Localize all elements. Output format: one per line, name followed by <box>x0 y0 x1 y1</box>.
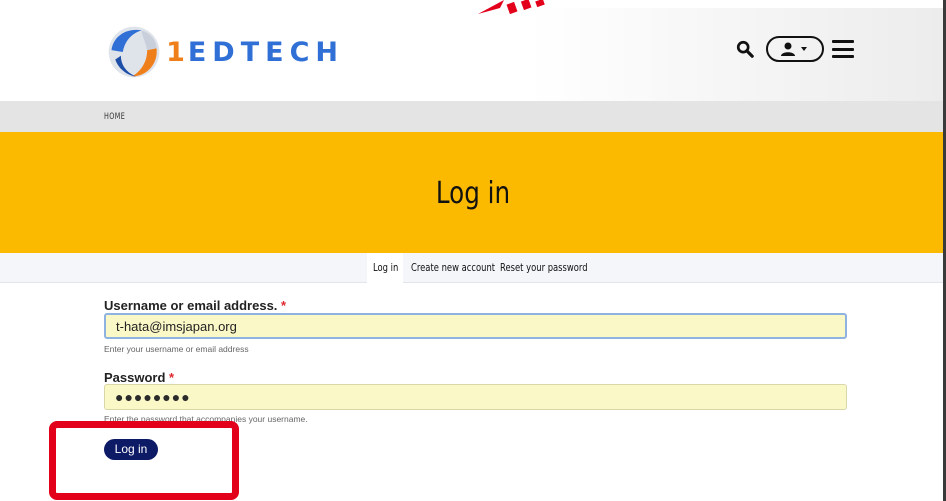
tab-reset-password[interactable]: Reset your password <box>500 253 588 283</box>
header-tools <box>736 34 854 64</box>
logo-emblem-icon <box>108 26 160 78</box>
search-icon[interactable] <box>736 40 754 58</box>
red-arrow-annotation <box>478 0 545 15</box>
password-input[interactable] <box>104 384 847 410</box>
username-description: Enter your username or email address <box>104 344 249 354</box>
page-banner: Log in <box>0 132 946 253</box>
page-title: Log in <box>435 176 511 211</box>
site-logo[interactable]: 1EDTECH <box>104 20 344 84</box>
tab-log-in[interactable]: Log in <box>373 253 399 283</box>
site-header: 1EDTECH <box>0 0 946 101</box>
password-masked-value: ●●●●●●●● <box>115 389 191 405</box>
user-menu-button[interactable] <box>766 36 824 62</box>
breadcrumb: HOME <box>0 101 946 132</box>
hamburger-menu-icon[interactable] <box>832 40 854 58</box>
tab-create-new-account[interactable]: Create new account <box>411 253 495 283</box>
red-highlight-box <box>49 421 239 500</box>
breadcrumb-home-link[interactable]: HOME <box>104 112 125 122</box>
user-dropdown-icon <box>781 42 807 56</box>
logo-wordmark: 1EDTECH <box>166 36 344 68</box>
password-label: Password * <box>104 370 175 385</box>
username-input[interactable] <box>104 313 847 339</box>
username-label: Username or email address. * <box>104 298 287 313</box>
